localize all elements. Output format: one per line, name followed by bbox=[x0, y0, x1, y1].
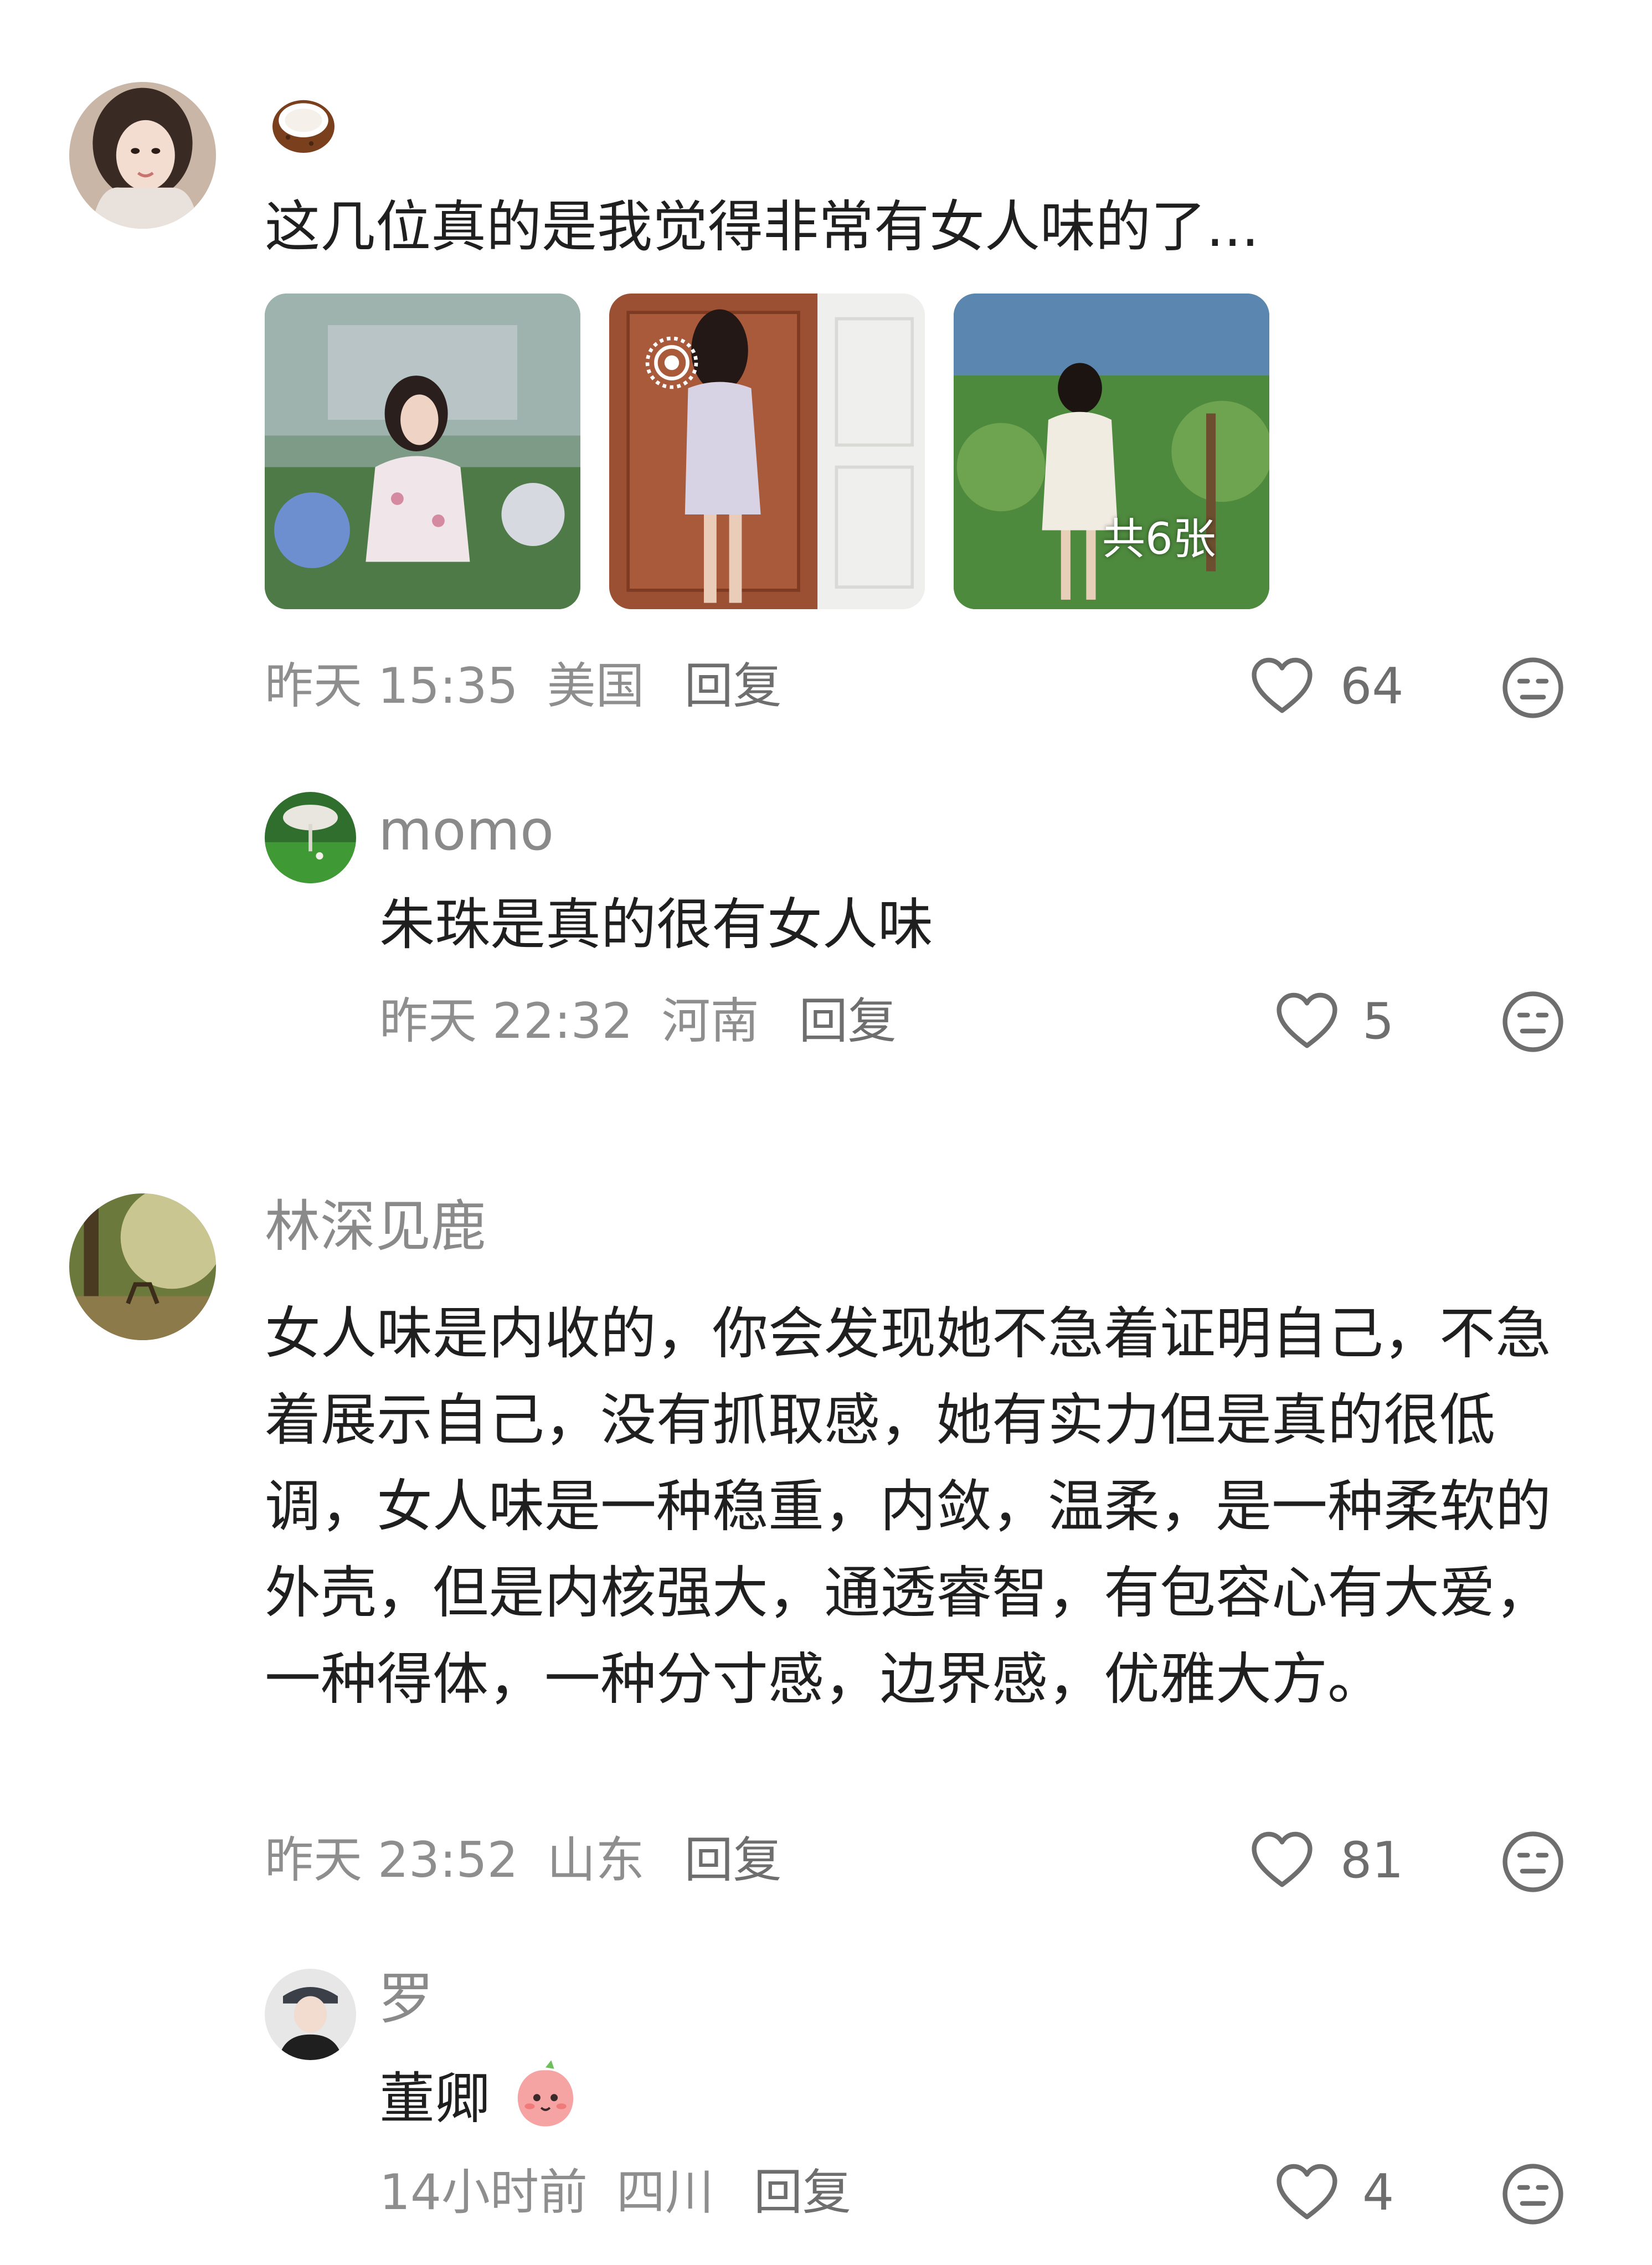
username[interactable]: 林深见鹿 bbox=[265, 1199, 486, 1254]
like-count: 81 bbox=[1340, 1831, 1404, 1890]
comment-location: 四川 bbox=[616, 2164, 714, 2221]
avatar-image bbox=[265, 1969, 356, 2060]
comment-text: 这几位真的是我觉得非常有女人味的了... bbox=[265, 194, 1259, 259]
heart-icon bbox=[1277, 992, 1337, 1048]
comment-location: 河南 bbox=[661, 992, 759, 1049]
like-count: 5 bbox=[1362, 992, 1394, 1051]
comment-location: 山东 bbox=[547, 1831, 645, 1888]
heart-icon bbox=[1252, 657, 1313, 713]
comment-text: 董卿 bbox=[379, 2071, 490, 2127]
comment-time: 昨天 15:35 bbox=[265, 657, 518, 714]
comment-time: 昨天 23:52 bbox=[265, 1831, 518, 1888]
comment-text: 朱珠是真的很有女人味 bbox=[379, 892, 933, 957]
avatar-image bbox=[265, 792, 356, 883]
avatar-image bbox=[69, 82, 216, 229]
comment-meta: 昨天 23:52 山东 回复 bbox=[265, 1836, 782, 1885]
reply-button[interactable]: 回复 bbox=[754, 2164, 851, 2221]
like-count: 64 bbox=[1340, 657, 1404, 715]
avatar[interactable] bbox=[69, 1193, 216, 1340]
like-button[interactable] bbox=[1274, 989, 1340, 1055]
comment-time: 昨天 22:32 bbox=[379, 992, 633, 1049]
avatar[interactable] bbox=[265, 792, 356, 883]
username[interactable]: 罗 bbox=[378, 1971, 434, 2027]
comment-text: 女人味是内收的，你会发现她不急着证明自己，不急着展示自己，没有抓取感，她有实力但… bbox=[265, 1301, 1552, 1712]
heart-icon bbox=[1277, 2164, 1337, 2220]
like-button[interactable] bbox=[1249, 1828, 1315, 1894]
dislike-icon[interactable] bbox=[1500, 989, 1566, 1055]
coconut-icon bbox=[265, 83, 342, 161]
image-count-overlay: 共6张 bbox=[1102, 514, 1216, 564]
like-button[interactable] bbox=[1274, 2160, 1340, 2226]
avatar[interactable] bbox=[69, 82, 216, 229]
dislike-icon[interactable] bbox=[1500, 655, 1566, 721]
comment-meta: 昨天 15:35 美国 回复 bbox=[265, 662, 782, 711]
comment-image-1[interactable] bbox=[265, 294, 580, 609]
avatar[interactable] bbox=[265, 1969, 356, 2060]
like-count: 4 bbox=[1362, 2164, 1394, 2222]
reply-button[interactable]: 回复 bbox=[799, 992, 897, 1049]
comment-location: 美国 bbox=[547, 657, 645, 714]
comment-time: 14小时前 bbox=[379, 2164, 588, 2221]
comment-meta: 昨天 22:32 河南 回复 bbox=[379, 997, 897, 1046]
peach-face-emoji bbox=[510, 2057, 581, 2129]
dislike-icon[interactable] bbox=[1500, 1829, 1566, 1895]
username[interactable]: momo bbox=[378, 803, 554, 858]
reply-button[interactable]: 回复 bbox=[685, 1831, 782, 1888]
heart-icon bbox=[1252, 1831, 1313, 1887]
dislike-icon[interactable] bbox=[1500, 2161, 1566, 2227]
comment-meta: 14小时前 四川 回复 bbox=[379, 2168, 851, 2217]
live-photo-icon bbox=[641, 332, 702, 393]
like-button[interactable] bbox=[1249, 653, 1315, 720]
avatar-image bbox=[69, 1193, 216, 1340]
comment-text-content: 董卿 bbox=[379, 2066, 490, 2131]
reply-button[interactable]: 回复 bbox=[685, 657, 782, 714]
